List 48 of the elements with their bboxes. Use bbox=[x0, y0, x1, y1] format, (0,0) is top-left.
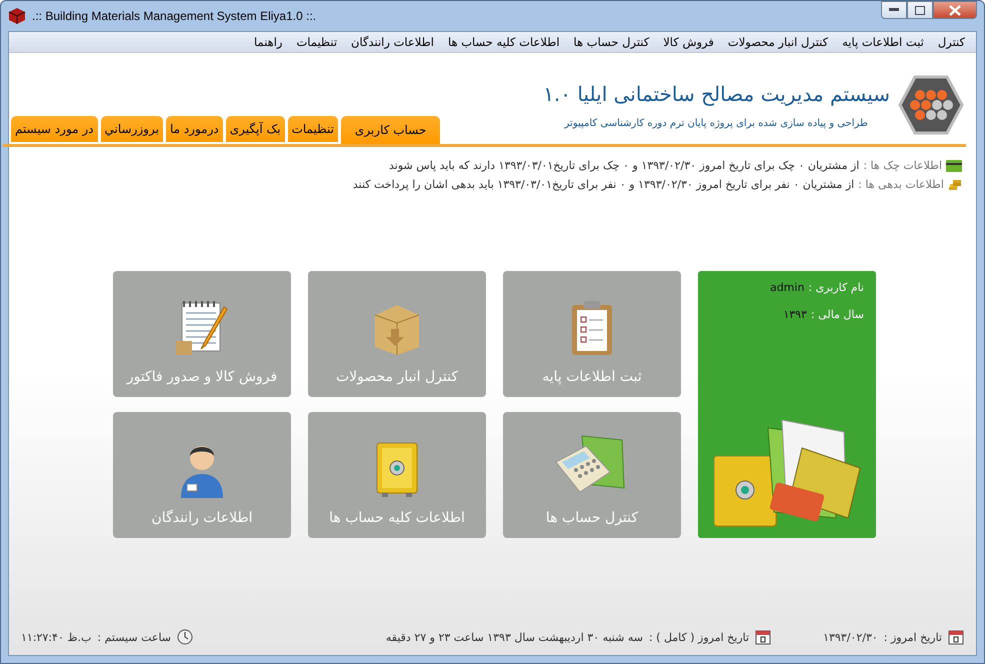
notice-label: اطلاعات چک ها : bbox=[863, 159, 942, 172]
full-date-label: تاریخ امروز ( کامل ) : bbox=[648, 630, 750, 644]
maximize-button[interactable] bbox=[907, 1, 933, 19]
notice-text: از مشتریان ۰ چک برای تاریخ امروز ۱۳۹۳/۰۲/۳۰ و ۰ چک برای تاریخ۱۳۹۳/۰۳/۰۱ دارند که باید پاس شوند bbox=[389, 159, 860, 172]
fiscal-year-label: سال مالی : bbox=[810, 308, 864, 321]
safe-icon bbox=[374, 440, 420, 498]
menu-item[interactable]: ثبت اطلاعات پایه bbox=[835, 35, 931, 49]
time-label: ساعت سیستم : bbox=[97, 630, 172, 644]
minimize-button[interactable] bbox=[881, 1, 907, 19]
menu-item[interactable]: کنترل حساب ها bbox=[566, 35, 656, 49]
app-cube-icon bbox=[8, 7, 26, 25]
calendar-icon bbox=[755, 629, 772, 645]
minimize-icon bbox=[889, 8, 899, 12]
maximize-icon bbox=[915, 6, 925, 14]
tab[interactable]: در مورد سیستم bbox=[11, 116, 98, 142]
app-subtitle: طراحی و پیاده سازی شده برای پروژه پایان ترم دوره کارشناسی کامپیوتر bbox=[563, 118, 868, 128]
date-value: ۱۳۹۳/۰۲/۳۰ bbox=[823, 630, 878, 644]
app-title: سیستم مدیریت مصالح ساختمانی ایلیا ۱.۰ bbox=[543, 82, 890, 106]
calendar-icon bbox=[948, 629, 964, 645]
coins-icon bbox=[948, 178, 962, 190]
hexagon-balls-logo-icon bbox=[898, 75, 964, 135]
full-date-value: سه شنبه ۳۰ اردیبهشت سال ۱۳۹۳ ساعت ۲۳ و ۲۷ دقیقه bbox=[386, 630, 643, 644]
close-button[interactable] bbox=[933, 1, 977, 19]
window-title: .:: Building Materials Management System Eliya1.0 ::. bbox=[32, 9, 316, 23]
tab[interactable]: درمورد ما bbox=[166, 116, 223, 142]
menu-item[interactable]: فروش کالا bbox=[656, 35, 721, 49]
notepad-pencil-icon bbox=[174, 299, 230, 357]
tab[interactable]: تنظیمات bbox=[288, 116, 338, 142]
clock-icon bbox=[177, 629, 194, 645]
menu-item[interactable]: راهنما bbox=[247, 35, 290, 49]
menu-item[interactable]: اطلاعات رانندگان bbox=[344, 35, 441, 49]
credit-card-icon bbox=[946, 160, 962, 172]
date-label: تاریخ امروز : bbox=[884, 630, 942, 644]
fiscal-year-value: ۱۳۹۳ bbox=[783, 308, 807, 321]
tab[interactable]: بروزرساني bbox=[100, 116, 163, 142]
menu-item[interactable]: کنترل انبار محصولات bbox=[720, 35, 836, 49]
tab[interactable]: بک آپگیری bbox=[226, 116, 285, 142]
time-value: ب.ظ ۱۱:۲۷:۴۰ bbox=[21, 630, 92, 644]
notice-text: از مشتریان ۰ نفر برای تاریخ امروز ۱۳۹۳/۰۲/۳۰ و ۰ نفر برای تاریخ۱۳۹۳/۰۳/۰۱ باید بدهی اشان را پرداخت کنند bbox=[352, 178, 854, 191]
notice-label: اطلاعات بدهی ها : bbox=[858, 178, 944, 191]
username-value: admin bbox=[770, 281, 804, 294]
tab[interactable]: حساب کاربری bbox=[340, 116, 440, 144]
menu-item[interactable]: اطلاعات کلیه حساب ها bbox=[440, 35, 567, 49]
menu-item[interactable]: تنظیمات bbox=[289, 35, 344, 49]
menu-item[interactable]: کنترل bbox=[930, 35, 972, 49]
close-icon bbox=[949, 4, 961, 16]
username-label: نام کاربری : bbox=[808, 281, 864, 294]
clipboard-icon bbox=[570, 299, 614, 357]
